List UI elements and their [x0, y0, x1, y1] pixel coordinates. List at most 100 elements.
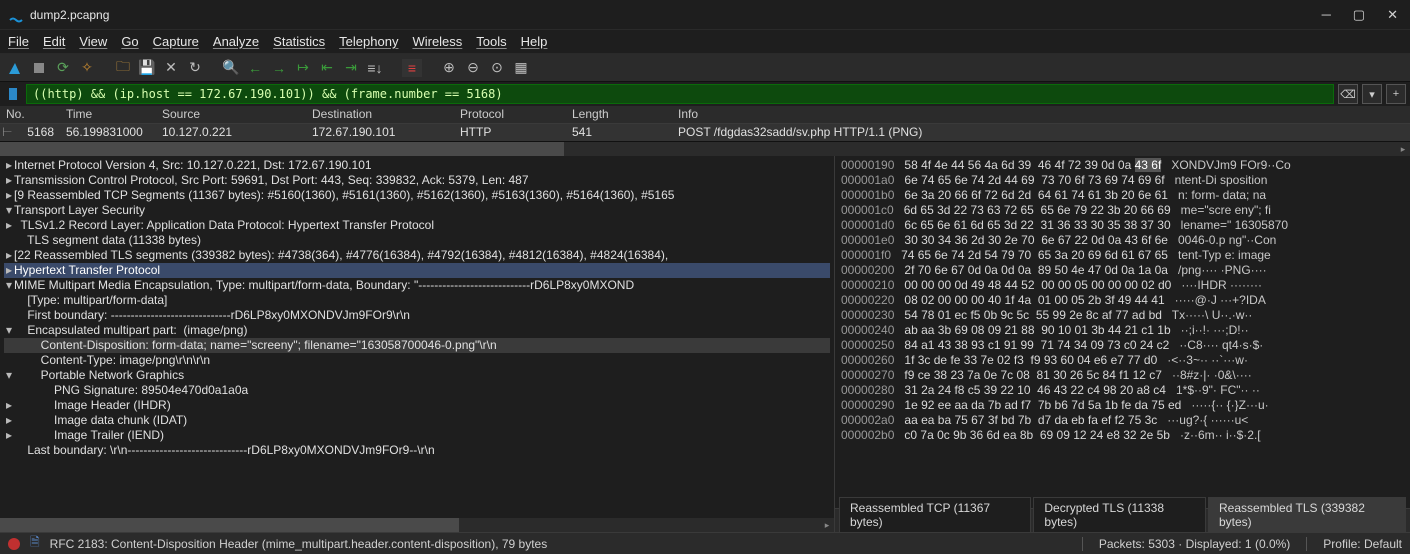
detail-line[interactable]: ▸[22 Reassembled TLS segments (339382 by… [4, 248, 830, 263]
hex-line[interactable]: 00000210 00 00 00 0d 49 48 44 52 00 00 0… [841, 278, 1404, 293]
hex-tab[interactable]: Reassembled TLS (339382 bytes) [1208, 497, 1406, 532]
menu-telephony[interactable]: Telephony [339, 34, 398, 49]
packetlist-scrollbar[interactable]: ◂▸ [0, 142, 1410, 156]
hex-tab[interactable]: Decrypted TLS (11338 bytes) [1033, 497, 1206, 532]
close-file-icon[interactable]: ✕ [162, 59, 180, 77]
detail-line[interactable]: Content-Disposition: form-data; name="sc… [4, 338, 830, 353]
hex-line[interactable]: 00000240 ab aa 3b 69 08 09 21 88 90 10 0… [841, 323, 1404, 338]
col-header-source[interactable]: Source [156, 106, 306, 123]
hex-line[interactable]: 000001d0 6c 65 6e 61 6d 65 3d 22 31 36 3… [841, 218, 1404, 233]
go-last-icon[interactable]: ⇥ [342, 59, 360, 77]
detail-line[interactable]: First boundary: ------------------------… [4, 308, 830, 323]
hex-line[interactable]: 00000280 31 2a 24 f8 c5 39 22 10 46 43 2… [841, 383, 1404, 398]
reload-icon[interactable]: ↻ [186, 59, 204, 77]
minimize-button[interactable]: ─ [1322, 7, 1331, 23]
detail-line[interactable]: ▾ Portable Network Graphics [4, 368, 830, 383]
col-header-destination[interactable]: Destination [306, 106, 454, 123]
hex-line[interactable]: 000002b0 c0 7a 0c 9b 36 6d ea 8b 69 09 1… [841, 428, 1404, 443]
menu-capture[interactable]: Capture [153, 34, 199, 49]
colorize-icon[interactable]: ≡ [402, 59, 422, 77]
capture-comment-icon[interactable]: 🗎 [30, 533, 40, 554]
detail-line[interactable]: ▸ Image Header (IHDR) [4, 398, 830, 413]
open-file-icon[interactable]: 🗀 [114, 59, 132, 77]
auto-scroll-icon[interactable]: ≡↓ [366, 59, 384, 77]
detail-line[interactable]: ▸[9 Reassembled TCP Segments (11367 byte… [4, 188, 830, 203]
status-field-info: RFC 2183: Content-Disposition Header (mi… [50, 537, 548, 551]
menu-edit[interactable]: Edit [43, 34, 65, 49]
col-header-protocol[interactable]: Protocol [454, 106, 566, 123]
status-profile[interactable]: Profile: Default [1323, 537, 1402, 551]
filter-clear-button[interactable]: ⌫ [1338, 84, 1358, 104]
packet-details-tree[interactable]: ▸Internet Protocol Version 4, Src: 10.12… [0, 156, 834, 518]
detail-line[interactable]: ▸ Image data chunk (IDAT) [4, 413, 830, 428]
hex-line[interactable]: 000001f0 74 65 6e 74 2d 54 79 70 65 3a 2… [841, 248, 1404, 263]
cell-info: POST /fdgdas32sadd/sv.php HTTP/1.1 (PNG) [672, 124, 1410, 142]
detail-line[interactable]: [Type: multipart/form-data] [4, 293, 830, 308]
details-scrollbar[interactable]: ◂▸ [0, 518, 834, 532]
zoom-out-icon[interactable]: ⊖ [464, 59, 482, 77]
detail-line[interactable]: Content-Type: image/png\r\n\r\n [4, 353, 830, 368]
packet-row[interactable]: ⊢5168 56.199831000 10.127.0.221 172.67.1… [0, 124, 1410, 142]
hex-line[interactable]: 00000230 54 78 01 ec f5 0b 9c 5c 55 99 2… [841, 308, 1404, 323]
col-header-time[interactable]: Time [60, 106, 156, 123]
shark-fin-icon[interactable] [6, 59, 24, 77]
detail-line[interactable]: ▸ TLSv1.2 Record Layer: Application Data… [4, 218, 830, 233]
filter-add-button[interactable]: + [1386, 84, 1406, 104]
display-filter-input[interactable] [26, 84, 1334, 104]
hex-line[interactable]: 00000290 1e 92 ee aa da 7b ad f7 7b b6 7… [841, 398, 1404, 413]
filter-history-dropdown[interactable]: ▾ [1362, 84, 1382, 104]
expert-info-led[interactable] [8, 538, 20, 550]
detail-line[interactable]: ▸ Image Trailer (IEND) [4, 428, 830, 443]
hex-line[interactable]: 00000190 58 4f 4e 44 56 4a 6d 39 46 4f 7… [841, 158, 1404, 173]
save-file-icon[interactable]: 💾 [138, 59, 156, 77]
hex-line[interactable]: 000001a0 6e 74 65 6e 74 2d 44 69 73 70 6… [841, 173, 1404, 188]
resize-columns-icon[interactable]: ▦ [512, 59, 530, 77]
detail-line[interactable]: ▸Transmission Control Protocol, Src Port… [4, 173, 830, 188]
restart-capture-icon[interactable]: ⟳ [54, 59, 72, 77]
maximize-button[interactable]: ▢ [1353, 7, 1365, 23]
hex-line[interactable]: 00000270 f9 ce 38 23 7a 0e 7c 08 81 30 2… [841, 368, 1404, 383]
hex-line[interactable]: 00000250 84 a1 43 38 93 c1 91 99 71 74 3… [841, 338, 1404, 353]
menu-tools[interactable]: Tools [476, 34, 506, 49]
detail-line[interactable]: ▾ Encapsulated multipart part: (image/pn… [4, 323, 830, 338]
go-back-icon[interactable]: ← [246, 59, 264, 77]
hex-line[interactable]: 00000260 1f 3c de fe 33 7e 02 f3 f9 93 6… [841, 353, 1404, 368]
col-header-info[interactable]: Info [672, 106, 1410, 123]
hex-line[interactable]: 000001b0 6e 3a 20 66 6f 72 6d 2d 64 61 7… [841, 188, 1404, 203]
menu-statistics[interactable]: Statistics [273, 34, 325, 49]
hex-line[interactable]: 000001e0 30 30 34 36 2d 30 2e 70 6e 67 2… [841, 233, 1404, 248]
menu-analyze[interactable]: Analyze [213, 34, 259, 49]
go-forward-icon[interactable]: → [270, 59, 288, 77]
detail-line[interactable]: ▸Hypertext Transfer Protocol [4, 263, 830, 278]
go-first-icon[interactable]: ⇤ [318, 59, 336, 77]
detail-line[interactable]: ▾Transport Layer Security [4, 203, 830, 218]
go-to-packet-icon[interactable]: ↦ [294, 59, 312, 77]
zoom-in-icon[interactable]: ⊕ [440, 59, 458, 77]
col-header-length[interactable]: Length [566, 106, 672, 123]
hex-dump-body[interactable]: 00000190 58 4f 4e 44 56 4a 6d 39 46 4f 7… [835, 156, 1410, 508]
options-icon[interactable]: ✧ [78, 59, 96, 77]
close-button[interactable]: ✕ [1387, 7, 1398, 23]
hex-tab[interactable]: Reassembled TCP (11367 bytes) [839, 497, 1031, 532]
menu-go[interactable]: Go [121, 34, 138, 49]
detail-line[interactable]: PNG Signature: 89504e470d0a1a0a [4, 383, 830, 398]
hex-line[interactable]: 000001c0 6d 65 3d 22 73 63 72 65 65 6e 7… [841, 203, 1404, 218]
hex-line[interactable]: 00000200 2f 70 6e 67 0d 0a 0d 0a 89 50 4… [841, 263, 1404, 278]
detail-line[interactable]: ▾MIME Multipart Media Encapsulation, Typ… [4, 278, 830, 293]
detail-line[interactable]: ▸Internet Protocol Version 4, Src: 10.12… [4, 158, 830, 173]
menu-view[interactable]: View [79, 34, 107, 49]
filter-bookmark-icon[interactable] [4, 85, 22, 103]
menu-wireless[interactable]: Wireless [412, 34, 462, 49]
col-header-no[interactable]: No. [0, 106, 60, 123]
stop-capture-icon[interactable] [30, 59, 48, 77]
detail-line[interactable]: TLS segment data (11338 bytes) [4, 233, 830, 248]
find-packet-icon[interactable]: 🔍 [222, 59, 240, 77]
packet-list-pane: No. Time Source Destination Protocol Len… [0, 106, 1410, 142]
zoom-reset-icon[interactable]: ⊙ [488, 59, 506, 77]
hex-line[interactable]: 000002a0 aa ea ba 75 67 3f bd 7b d7 da e… [841, 413, 1404, 428]
detail-line[interactable]: Last boundary: \r\n---------------------… [4, 443, 830, 458]
hex-line[interactable]: 00000220 08 02 00 00 00 40 1f 4a 01 00 0… [841, 293, 1404, 308]
filter-bar: ⌫ ▾ + [0, 82, 1410, 106]
menu-file[interactable]: File [8, 34, 29, 49]
menu-help[interactable]: Help [521, 34, 548, 49]
